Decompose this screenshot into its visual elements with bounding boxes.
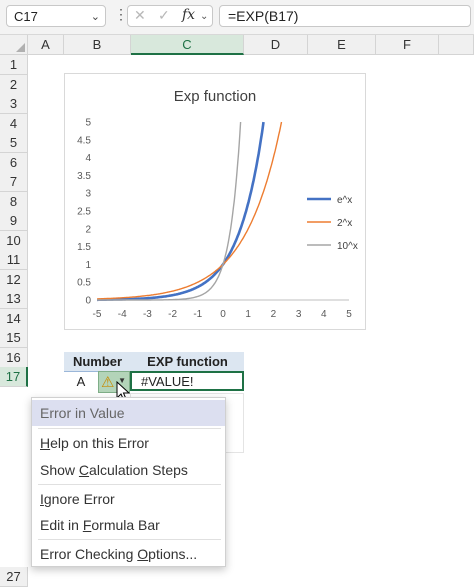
menu-separator xyxy=(38,484,221,485)
y-tick-label: 1 xyxy=(85,260,91,271)
row-header[interactable]: 1 xyxy=(0,55,28,75)
row-header[interactable]: 12 xyxy=(0,269,28,290)
exp-chart[interactable]: Exp function 0 0.5 1 1.5 2 2.5 3 3.5 4 4.5 5 -5 -4 -3… xyxy=(64,73,366,330)
row-header[interactable]: 17 xyxy=(0,367,28,387)
row-header[interactable]: 4 xyxy=(0,113,28,134)
header-number[interactable]: Number xyxy=(64,352,131,372)
formula-bar-buttons: ✕ ✓ fx ⌄ xyxy=(127,5,213,27)
menu-item-ignore-error[interactable]: Ignore Error xyxy=(32,486,225,512)
legend-label-0: e^x xyxy=(337,195,352,206)
column-header[interactable]: C xyxy=(131,35,244,55)
legend-label-2: 10^x xyxy=(337,241,358,252)
column-header[interactable]: D xyxy=(244,35,308,55)
menu-item-accelerator: F xyxy=(82,517,92,533)
row-header[interactable]: 10 xyxy=(0,230,28,251)
menu-item-accelerator: O xyxy=(137,546,149,562)
row-header[interactable]: 7 xyxy=(0,172,28,192)
chevron-down-icon[interactable]: ⌄ xyxy=(91,6,100,28)
x-tick-label: 3 xyxy=(296,309,302,320)
menu-item-accelerator: I xyxy=(40,491,44,507)
column-header[interactable]: A xyxy=(28,35,64,55)
cell-b17[interactable]: A xyxy=(64,372,98,392)
column-header[interactable]: E xyxy=(308,35,376,55)
warning-icon: ⚠ xyxy=(101,374,115,391)
name-box-value: C17 xyxy=(14,9,38,24)
y-tick-label: 0 xyxy=(85,296,91,307)
menu-item-accelerator: C xyxy=(78,462,90,478)
y-tick-label: 3 xyxy=(85,189,91,200)
more-options-icon[interactable]: ⋮ xyxy=(114,6,128,23)
formula-input[interactable]: =EXP(B17) xyxy=(219,5,471,27)
legend-label-1: 2^x xyxy=(337,218,352,229)
row-header[interactable]: 9 xyxy=(0,211,28,231)
chart-plot: 0 0.5 1 1.5 2 2.5 3 3.5 4 4.5 5 -5 -4 -3 -2 -1 0 1 2 3 4 5 e^x… xyxy=(77,118,358,321)
menu-separator xyxy=(38,539,221,540)
x-tick-label: -4 xyxy=(118,309,127,320)
insert-function-icon[interactable]: fx xyxy=(182,7,195,23)
select-all-button[interactable] xyxy=(0,35,28,55)
menu-item-edit-formula-bar[interactable]: Edit in Formula Bar xyxy=(32,512,225,538)
row-header[interactable]: 5 xyxy=(0,133,28,153)
row-header[interactable]: 13 xyxy=(0,289,28,309)
menu-separator xyxy=(38,428,221,429)
name-box[interactable]: C17 ⌄ xyxy=(6,5,106,27)
x-tick-label: -2 xyxy=(168,309,177,320)
y-tick-label: 5 xyxy=(85,118,91,129)
header-exp-function[interactable]: EXP function xyxy=(131,352,244,372)
series-line-2 xyxy=(97,121,242,301)
x-tick-label: -3 xyxy=(143,309,152,320)
menu-item-error-options[interactable]: Error Checking Options... xyxy=(32,541,225,567)
x-tick-label: 1 xyxy=(245,309,251,320)
row-header[interactable]: 16 xyxy=(0,347,28,368)
menu-item-help[interactable]: Help on this Error xyxy=(32,430,225,456)
y-tick-label: 4.5 xyxy=(77,135,91,146)
y-tick-label: 2.5 xyxy=(77,207,91,218)
menu-item-show-calculation[interactable]: Show Calculation Steps xyxy=(32,457,225,483)
x-tick-label: 0 xyxy=(220,309,226,320)
formula-bar: C17 ⌄ ⋮ ✕ ✓ fx ⌄ =EXP(B17) xyxy=(0,0,474,35)
row-header[interactable]: 14 xyxy=(0,308,28,329)
menu-header-error-in-value: Error in Value xyxy=(32,400,225,426)
menu-item-accelerator: H xyxy=(40,435,51,451)
row-header[interactable]: 3 xyxy=(0,94,28,114)
x-tick-label: 2 xyxy=(271,309,277,320)
row-header[interactable]: 6 xyxy=(0,152,28,173)
column-header[interactable] xyxy=(439,35,474,55)
menu-item-label: elp on this Error xyxy=(50,435,149,451)
y-tick-label: 1.5 xyxy=(77,242,91,253)
row-header[interactable]: 27 xyxy=(0,567,28,587)
series-line-1 xyxy=(97,121,283,300)
column-header[interactable]: B xyxy=(64,35,131,55)
row-header[interactable]: 2 xyxy=(0,74,28,95)
row-header[interactable]: 15 xyxy=(0,328,28,348)
x-tick-label: 5 xyxy=(346,309,352,320)
x-tick-label: -5 xyxy=(93,309,102,320)
y-tick-label: 3.5 xyxy=(77,171,91,182)
chevron-down-icon[interactable]: ⌄ xyxy=(200,11,208,22)
column-header[interactable]: F xyxy=(376,35,439,55)
error-context-menu: Error in Value Help on this Error Show C… xyxy=(31,397,226,567)
x-tick-label: 4 xyxy=(321,309,327,320)
y-tick-label: 0.5 xyxy=(77,278,91,289)
x-tick-label: -1 xyxy=(193,309,202,320)
cancel-icon[interactable]: ✕ xyxy=(134,7,146,24)
y-tick-label: 2 xyxy=(85,224,91,235)
y-tick-label: 4 xyxy=(85,153,91,164)
cell-c17-active[interactable]: #VALUE! xyxy=(130,371,244,391)
enter-icon[interactable]: ✓ xyxy=(158,7,170,24)
row-header[interactable]: 11 xyxy=(0,250,28,270)
row-header[interactable]: 8 xyxy=(0,191,28,212)
